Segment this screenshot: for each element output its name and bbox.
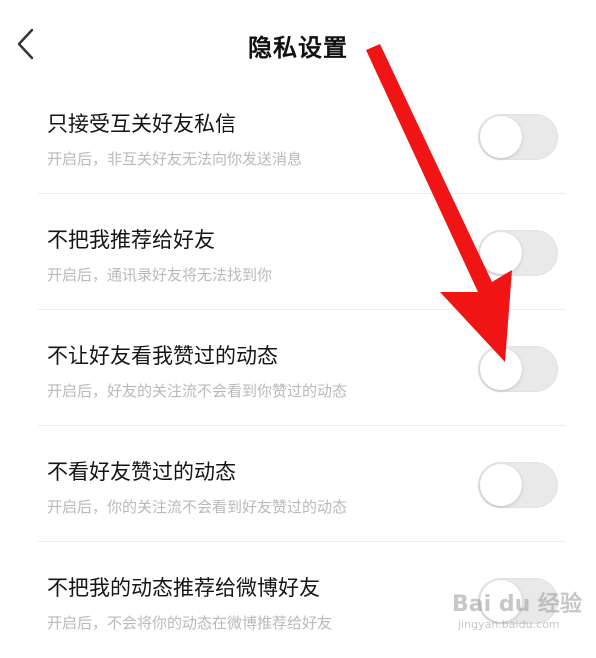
toggle-switch-hide-my-likes[interactable] <box>478 346 558 392</box>
setting-description: 开启后，好友的关注流不会看到你赞过的动态 <box>47 382 348 400</box>
setting-row-recommend-me: 不把我推荐给好友 开启后，通讯录好友将无法找到你 <box>0 194 596 310</box>
setting-title: 不把我推荐给好友 <box>47 228 215 252</box>
watermark: Bai du 经验 jingyan.baidu.com <box>452 586 592 642</box>
toggle-knob <box>480 116 522 158</box>
toggle-knob <box>480 232 522 274</box>
toggle-switch-mutual-dm[interactable] <box>478 114 558 160</box>
toggle-switch-hide-friend-likes[interactable] <box>478 462 558 508</box>
setting-row-hide-friend-likes: 不看好友赞过的动态 开启后，你的关注流不会看到好友赞过的动态 <box>0 426 596 542</box>
setting-description: 开启后，不会将你的动态在微博推荐给好友 <box>47 614 333 632</box>
setting-title: 只接受互关好友私信 <box>47 112 236 136</box>
setting-row-hide-my-likes: 不让好友看我赞过的动态 开启后，好友的关注流不会看到你赞过的动态 <box>0 310 596 426</box>
setting-row-mutual-dm: 只接受互关好友私信 开启后，非互关好友无法向你发送消息 <box>0 78 596 194</box>
setting-title: 不把我的动态推荐给微博好友 <box>47 576 320 600</box>
watermark-brand: Bai du 经验 <box>452 592 582 617</box>
toggle-knob <box>480 348 522 390</box>
toggle-knob <box>480 464 522 506</box>
setting-title: 不让好友看我赞过的动态 <box>47 344 278 368</box>
toggle-switch-recommend-me[interactable] <box>478 230 558 276</box>
setting-description: 开启后，通讯录好友将无法找到你 <box>47 266 273 284</box>
setting-description: 开启后，你的关注流不会看到好友赞过的动态 <box>47 498 348 516</box>
watermark-site: jingyan.baidu.com <box>458 618 560 631</box>
setting-description: 开启后，非互关好友无法向你发送消息 <box>47 150 303 168</box>
page-title: 隐私设置 <box>248 34 348 62</box>
setting-title: 不看好友赞过的动态 <box>47 460 236 484</box>
